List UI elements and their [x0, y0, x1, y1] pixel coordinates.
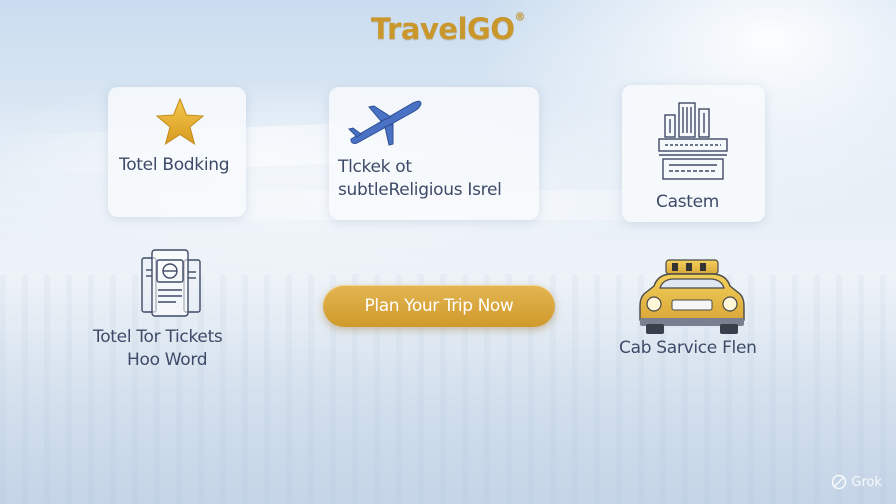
tour-tickets-label-line2[interactable]: Hoo Word: [127, 350, 208, 370]
cab-service-label[interactable]: Cab Sarvice Flen: [619, 338, 757, 358]
hotel-booking-card[interactable]: Totel Bodking: [108, 87, 246, 217]
brand-logo: TravelGO®: [0, 10, 896, 46]
tour-tickets-label-line1[interactable]: Totel Tor Tickets: [93, 327, 223, 347]
custom-card[interactable]: Castem: [622, 85, 765, 222]
airplane-icon: [348, 100, 422, 146]
plan-your-trip-button[interactable]: Plan Your Trip Now: [323, 285, 555, 327]
ticket-booklet-icon: [141, 249, 201, 317]
hotel-booking-label: Totel Bodking: [119, 155, 230, 175]
watermark-label: Grok: [851, 474, 882, 490]
tickets-card[interactable]: Tlckek ot subtleReligious Isrel: [329, 87, 539, 220]
brand-name: TravelGO: [371, 12, 515, 46]
grok-watermark: Grok: [831, 474, 882, 490]
building-icon: [658, 102, 728, 180]
custom-label: Castem: [656, 192, 720, 212]
grok-logo-icon: [832, 474, 847, 490]
star-icon: [155, 97, 205, 146]
brand-registered-mark: ®: [514, 10, 525, 23]
tickets-label-line2: subtleReligious Isrel: [338, 180, 502, 200]
taxi-icon: [639, 259, 745, 334]
tickets-label-line1: Tlckek ot: [338, 157, 412, 177]
